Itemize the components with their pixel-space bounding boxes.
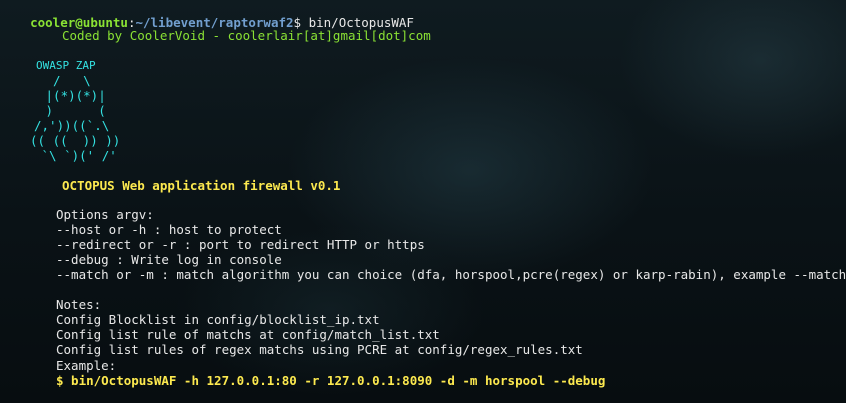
option-item: --match or -m : match algorithm you can …: [56, 267, 846, 282]
option-item: --host or -h : host to protect: [56, 222, 282, 237]
option-item: --debug : Write log in console: [56, 252, 282, 267]
note-item: Config Blocklist in config/blocklist_ip.…: [56, 312, 380, 327]
ascii-art-line: |(*)(*)|: [38, 88, 106, 103]
author-credit: Coded by CoolerVoid - coolerlair[at]gmai…: [62, 28, 431, 43]
ascii-art-line: ) (: [38, 103, 106, 118]
options-heading: Options argv:: [56, 207, 154, 222]
ascii-art-line: (( (( )) )): [30, 133, 121, 148]
ascii-art-line: `\ `)(' /': [34, 148, 117, 163]
terminal-window[interactable]: cooler@ubuntu:~/libevent/raptorwaf2$ bin…: [0, 0, 846, 403]
ascii-art-line: / \: [38, 73, 91, 88]
example-command: $ bin/OctopusWAF -h 127.0.0.1:80 -r 127.…: [56, 373, 606, 388]
app-banner-title: OCTOPUS Web application firewall v0.1: [62, 178, 341, 193]
ascii-art-title: OWASP ZAP: [36, 59, 96, 72]
ascii-art-line: /,'))((`.\: [34, 118, 110, 133]
note-item: Config list rules of regex matchs using …: [56, 342, 583, 357]
notes-heading: Notes:: [56, 297, 102, 312]
note-item: Config list rule of matchs at config/mat…: [56, 327, 440, 342]
example-heading: Example:: [56, 358, 117, 373]
option-item: --redirect or -r : port to redirect HTTP…: [56, 237, 425, 252]
